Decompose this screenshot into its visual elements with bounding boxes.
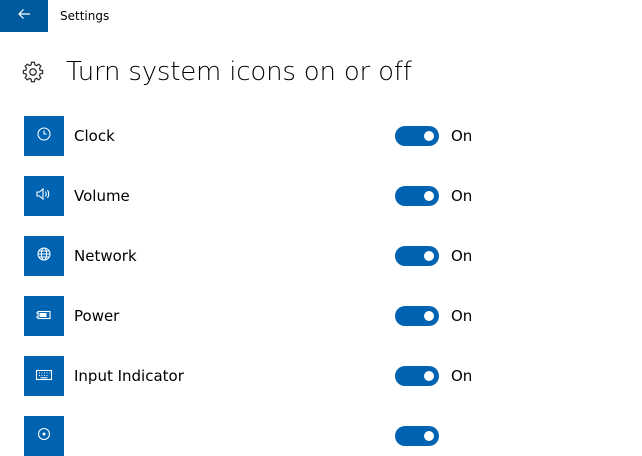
network-icon [36, 246, 52, 266]
location-icon-tile [24, 416, 64, 456]
back-arrow-icon [16, 6, 32, 26]
power-icon [35, 307, 53, 326]
gear-icon [22, 61, 44, 83]
list-item-network: Network On [0, 236, 642, 276]
clock-icon [36, 126, 52, 146]
item-label: Volume [74, 187, 130, 205]
list-item-volume: Volume On [0, 176, 642, 216]
list-item-power: Power On [0, 296, 642, 336]
location-toggle[interactable] [395, 426, 439, 446]
item-label: Power [74, 307, 120, 325]
toggle-knob [424, 431, 434, 441]
toggle-knob [424, 311, 434, 321]
volume-icon-tile [24, 176, 64, 216]
toggle-knob [424, 251, 434, 261]
clock-toggle[interactable] [395, 126, 439, 146]
toggle-state-text: On [451, 187, 473, 205]
toggle-state-text: On [451, 247, 473, 265]
item-label: Network [74, 247, 137, 265]
volume-toggle[interactable] [395, 186, 439, 206]
toggle-knob [424, 131, 434, 141]
power-icon-tile [24, 296, 64, 336]
list-item-input-indicator: Input Indicator On [0, 356, 642, 396]
network-icon-tile [24, 236, 64, 276]
toggle-state-text: On [451, 127, 473, 145]
volume-icon [35, 186, 53, 206]
location-icon [36, 426, 52, 446]
app-title: Settings [60, 9, 110, 23]
toggle-knob [424, 191, 434, 201]
back-button[interactable] [0, 0, 48, 32]
toggle-knob [424, 371, 434, 381]
title-bar: Settings [0, 0, 642, 32]
toggle-state-text: On [451, 307, 473, 325]
keyboard-icon-tile [24, 356, 64, 396]
network-toggle[interactable] [395, 246, 439, 266]
clock-icon-tile [24, 116, 64, 156]
input-indicator-toggle[interactable] [395, 366, 439, 386]
keyboard-icon [35, 367, 53, 386]
list-item-location [0, 416, 642, 456]
page-title: Turn system icons on or off [66, 57, 412, 87]
page-header: Turn system icons on or off [0, 52, 642, 92]
list-item-clock: Clock On [0, 116, 642, 156]
toggle-state-text: On [451, 367, 473, 385]
item-label: Clock [74, 127, 115, 145]
power-toggle[interactable] [395, 306, 439, 326]
item-label: Input Indicator [74, 367, 184, 385]
